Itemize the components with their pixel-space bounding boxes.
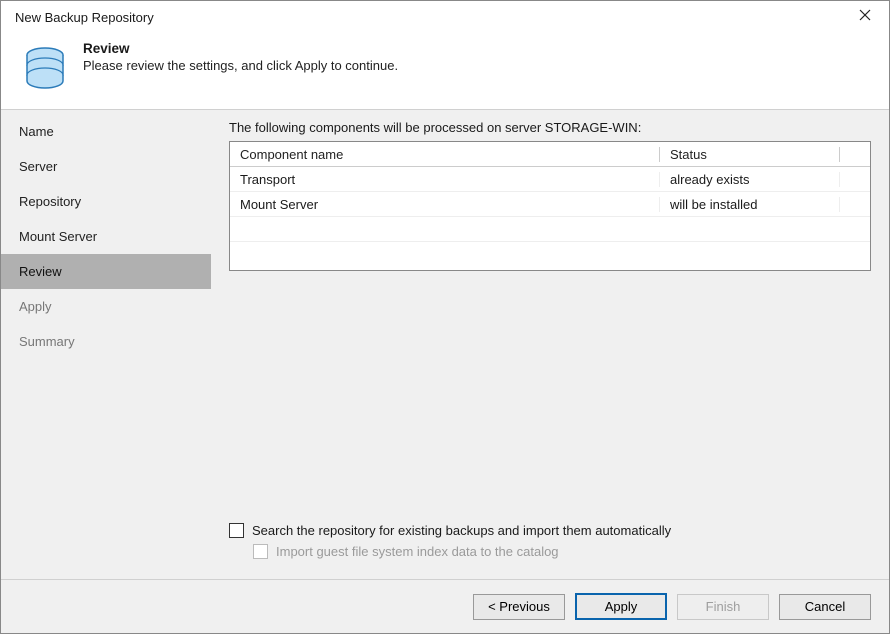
finish-button: Finish (677, 594, 769, 620)
sidebar-item-summary: Summary (1, 324, 211, 359)
sidebar-item-review[interactable]: Review (1, 254, 211, 289)
cell-component-status: will be installed (660, 197, 840, 212)
sidebar-item-name[interactable]: Name (1, 114, 211, 149)
grid-row[interactable]: Transport already exists (230, 167, 870, 192)
column-header-name[interactable]: Component name (230, 147, 660, 162)
grid-row-empty (230, 217, 870, 242)
apply-button[interactable]: Apply (575, 593, 667, 620)
previous-button[interactable]: < Previous (473, 594, 565, 620)
checkbox-label: Import guest file system index data to t… (276, 544, 559, 559)
wizard-subheading: Please review the settings, and click Ap… (83, 58, 398, 73)
column-header-status[interactable]: Status (660, 147, 840, 162)
checkbox-import-index: Import guest file system index data to t… (253, 544, 871, 559)
wizard-window: New Backup Repository Review Please revi… (0, 0, 890, 634)
wizard-footer: < Previous Apply Finish Cancel (1, 579, 889, 633)
cell-component-name: Mount Server (230, 197, 660, 212)
sidebar-item-repository[interactable]: Repository (1, 184, 211, 219)
grid-row[interactable]: Mount Server will be installed (230, 192, 870, 217)
wizard-header-text: Review Please review the settings, and c… (83, 41, 398, 73)
sidebar-item-mount-server[interactable]: Mount Server (1, 219, 211, 254)
window-title: New Backup Repository (15, 10, 845, 25)
wizard-main: The following components will be process… (211, 110, 889, 579)
repository-icon (21, 43, 69, 91)
grid-header-row: Component name Status (230, 142, 870, 167)
components-grid: Component name Status Transport already … (229, 141, 871, 271)
cell-component-name: Transport (230, 172, 660, 187)
close-button[interactable] (845, 1, 885, 29)
components-intro: The following components will be process… (229, 120, 871, 135)
wizard-sidebar: Name Server Repository Mount Server Revi… (1, 110, 211, 579)
wizard-body: Name Server Repository Mount Server Revi… (1, 109, 889, 579)
wizard-header: Review Please review the settings, and c… (1, 33, 889, 109)
spacer (229, 271, 871, 517)
checkbox-icon[interactable] (229, 523, 244, 538)
checkbox-icon (253, 544, 268, 559)
cell-component-status: already exists (660, 172, 840, 187)
sidebar-item-apply: Apply (1, 289, 211, 324)
grid-row-empty (230, 242, 870, 267)
titlebar: New Backup Repository (1, 1, 889, 33)
checkbox-group: Search the repository for existing backu… (229, 517, 871, 575)
sidebar-item-server[interactable]: Server (1, 149, 211, 184)
cancel-button[interactable]: Cancel (779, 594, 871, 620)
checkbox-label: Search the repository for existing backu… (252, 523, 671, 538)
wizard-heading: Review (83, 41, 398, 56)
close-icon (859, 9, 871, 21)
checkbox-search-repository[interactable]: Search the repository for existing backu… (229, 523, 871, 538)
